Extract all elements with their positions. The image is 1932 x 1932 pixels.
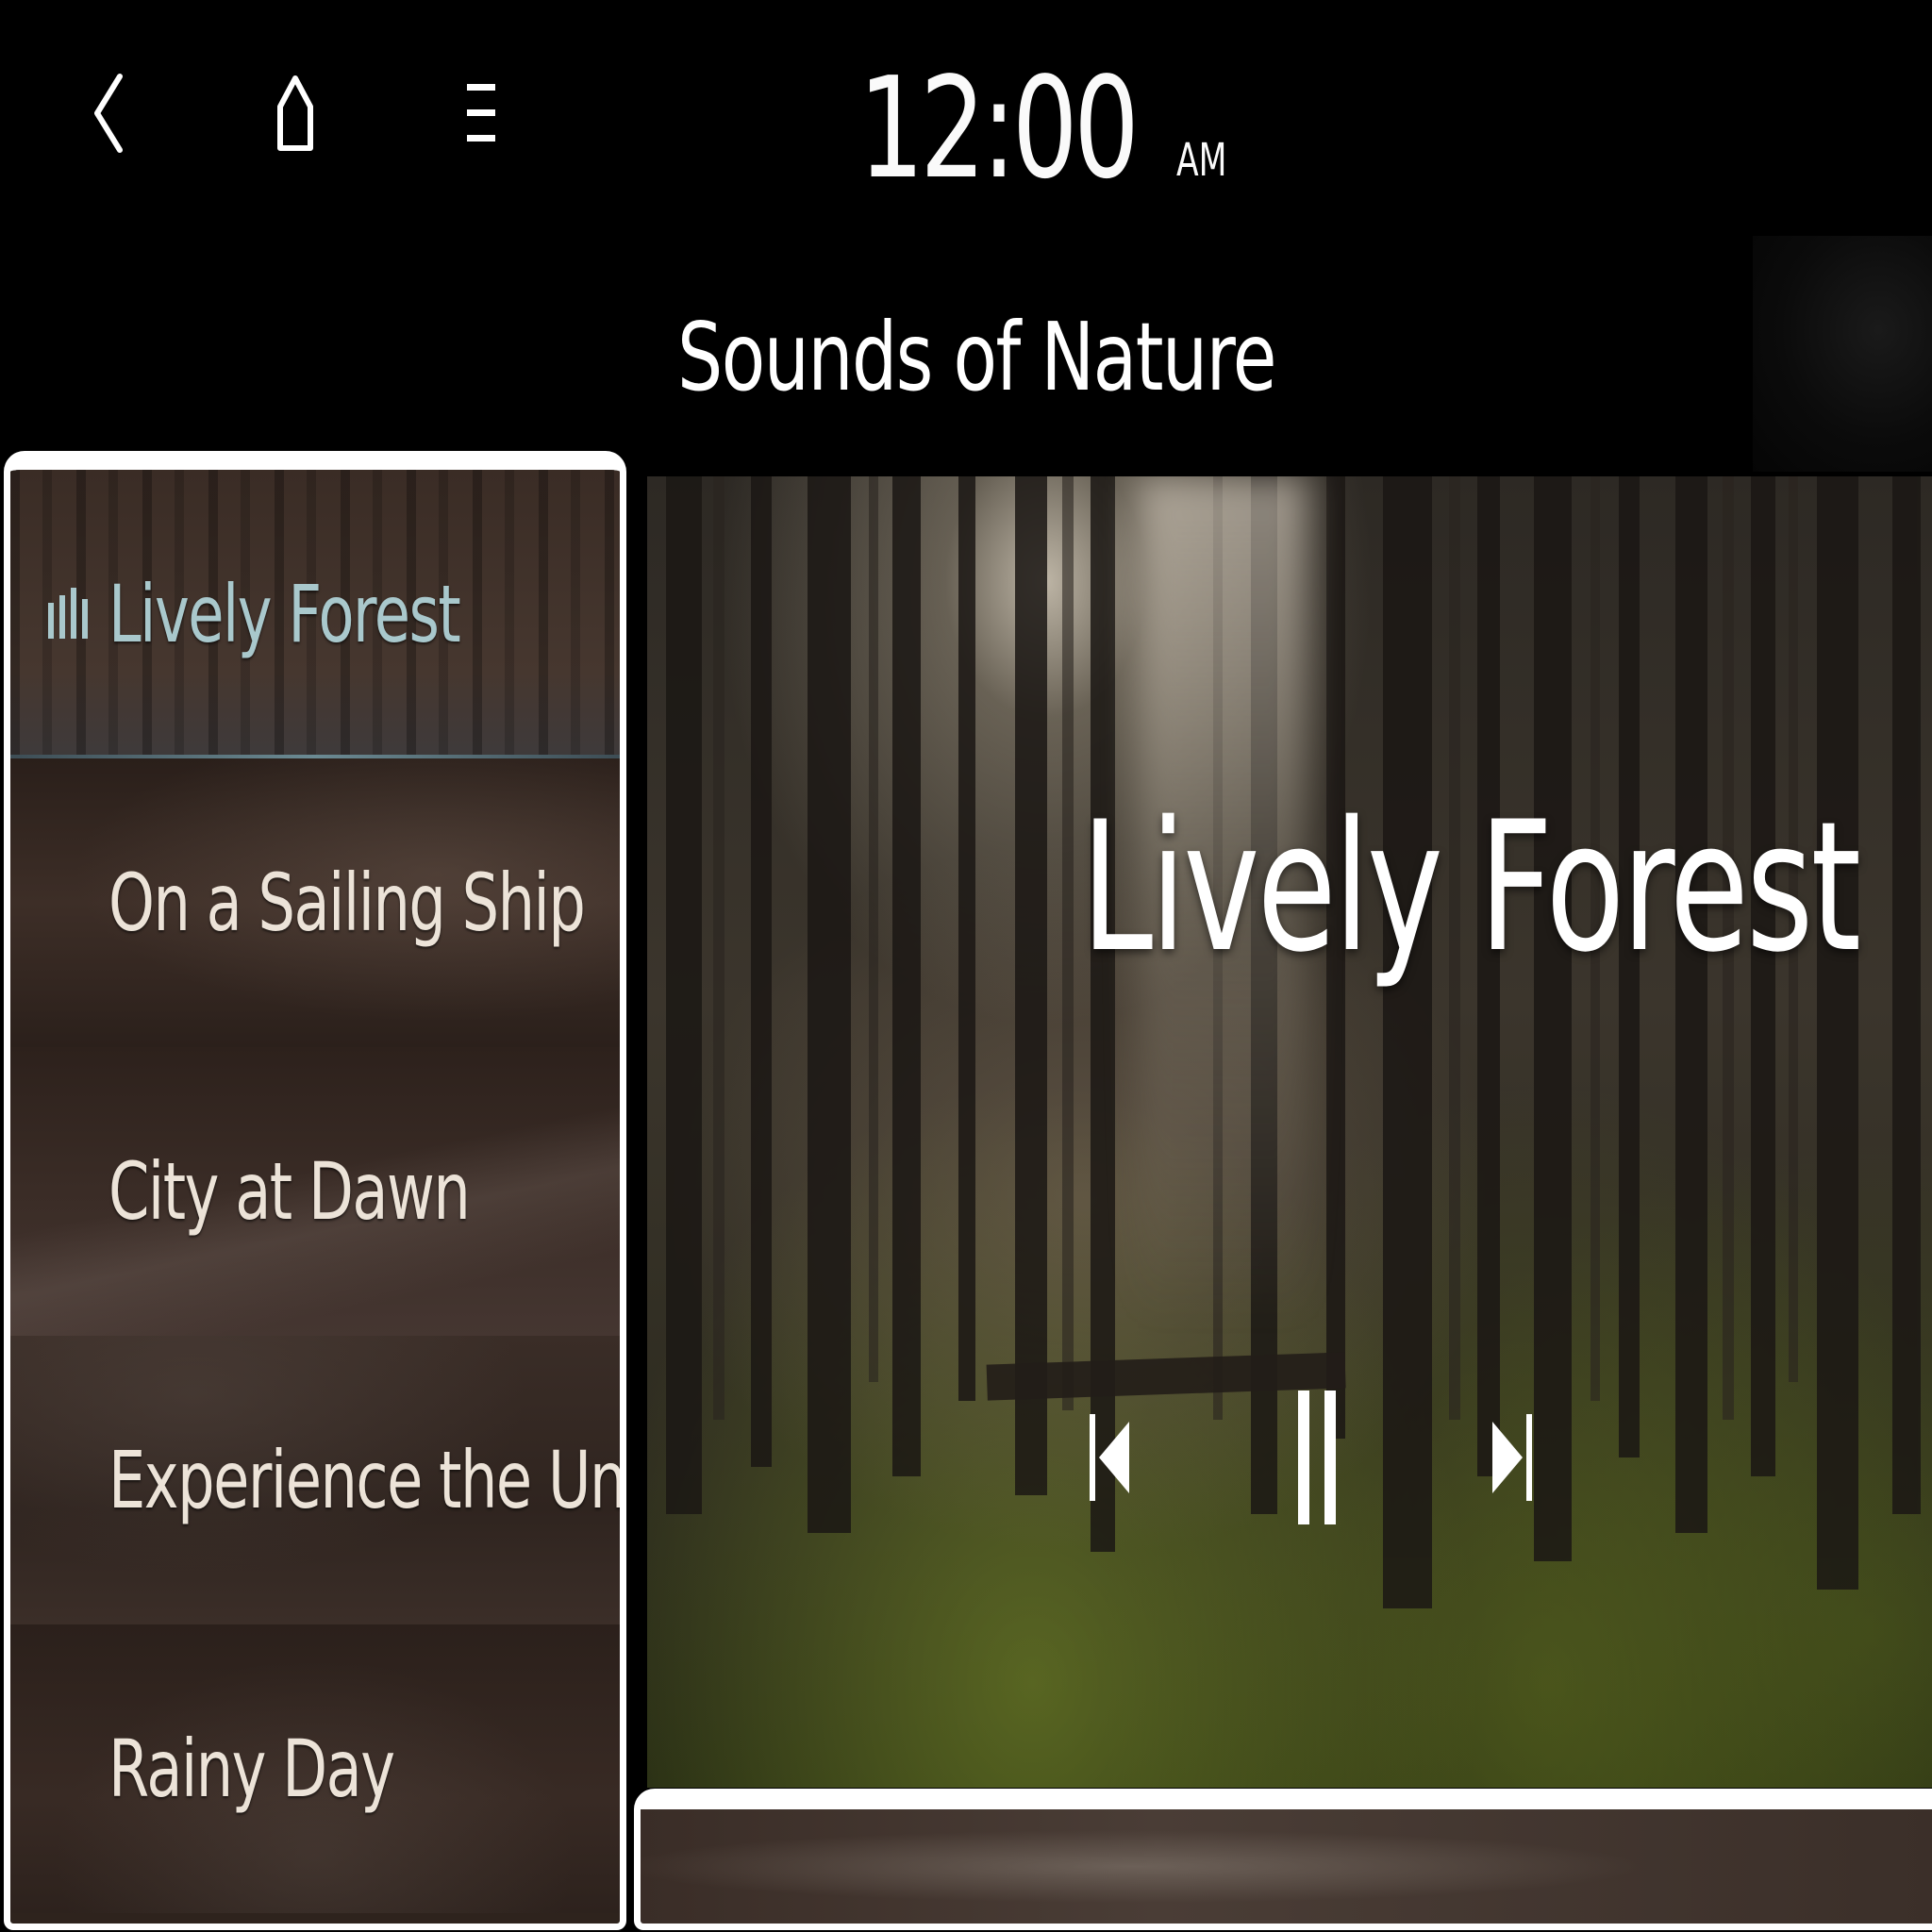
playlist-item-label: City at Dawn (108, 1145, 471, 1238)
clock-time: 12:00 (858, 47, 1140, 209)
sounds-of-nature-screen: 12:00 AM Sounds of Nature Lively Forest … (0, 0, 1932, 1932)
playlist-item-label: Lively Forest (108, 568, 461, 660)
home-icon (277, 75, 313, 151)
playlist-item-label: Rainy Day (108, 1723, 395, 1815)
playlist-item-label: Experience the Universe (108, 1434, 620, 1526)
header: Sounds of Nature (0, 236, 1932, 472)
playlist-item-on-a-sailing-ship[interactable]: On a Sailing Ship (10, 758, 620, 1047)
pause-button[interactable] (1260, 1382, 1374, 1533)
page-title: Sounds of Nature (677, 302, 1276, 412)
pause-icon (1298, 1391, 1336, 1524)
now-playing-title: Lively Forest (1081, 783, 1861, 991)
home-button[interactable] (243, 57, 347, 170)
skip-next-icon (1492, 1414, 1532, 1501)
clock-ampm: AM (1175, 134, 1226, 187)
equalizer-icon (48, 588, 88, 639)
chevron-left-icon (94, 74, 123, 153)
playlist-panel: Lively Forest On a Sailing Ship City at … (4, 451, 626, 1930)
next-item-card[interactable] (634, 1789, 1932, 1930)
status-bar: 12:00 AM (0, 0, 1932, 236)
menu-icon (467, 84, 495, 142)
clock: 12:00 AM (858, 38, 1246, 198)
back-button[interactable] (57, 57, 160, 170)
skip-previous-icon (1090, 1414, 1129, 1501)
now-playing-panel: Lively Forest (647, 476, 1932, 1788)
playlist-item-lively-forest[interactable]: Lively Forest (10, 470, 620, 758)
menu-button[interactable] (429, 57, 533, 170)
playlist-item-city-at-dawn[interactable]: City at Dawn (10, 1047, 620, 1336)
playlist-item-experience-the-universe[interactable]: Experience the Universe (10, 1336, 620, 1624)
corner-thumbnail (1753, 236, 1932, 472)
next-button[interactable] (1454, 1382, 1567, 1533)
previous-button[interactable] (1055, 1382, 1168, 1533)
playlist-item-rainy-day[interactable]: Rainy Day (10, 1624, 620, 1913)
playlist-item-label: On a Sailing Ship (108, 857, 586, 949)
